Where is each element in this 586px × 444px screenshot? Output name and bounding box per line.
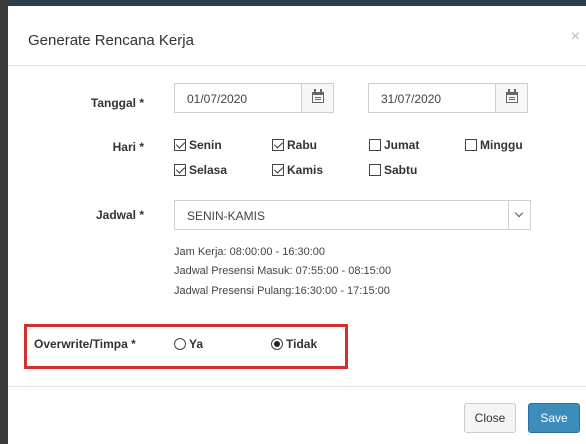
- day-label: Selasa: [189, 163, 228, 177]
- day-checkbox-selasa[interactable]: Selasa: [174, 163, 227, 177]
- overwrite-radio-tidak[interactable]: Tidak: [271, 337, 317, 351]
- day-checkbox-senin[interactable]: Senin: [174, 138, 222, 152]
- checkbox-empty-icon: [369, 139, 381, 151]
- checkbox-checked-icon: [272, 139, 284, 151]
- day-checkbox-sabtu[interactable]: Sabtu: [369, 163, 417, 177]
- day-checkbox-jumat[interactable]: Jumat: [369, 138, 419, 152]
- calendar-icon[interactable]: [495, 84, 527, 112]
- jam-kerja-info: Jam Kerja: 08:00:00 - 16:30:00: [174, 246, 326, 258]
- day-label: Kamis: [287, 163, 324, 177]
- radio-label: Tidak: [286, 337, 318, 351]
- overwrite-radio-ya[interactable]: Ya: [174, 337, 203, 351]
- overwrite-label: Overwrite/Timpa *: [34, 337, 136, 351]
- checkbox-empty-icon: [369, 164, 381, 176]
- tanggal-from-input[interactable]: 01/07/2020: [174, 83, 334, 113]
- tanggal-to-value: 31/07/2020: [381, 92, 442, 106]
- day-checkbox-minggu[interactable]: Minggu: [465, 138, 523, 152]
- tanggal-from-value: 01/07/2020: [187, 92, 248, 106]
- modal-header: Generate Rencana Kerja ×: [8, 6, 586, 66]
- checkbox-checked-icon: [272, 164, 284, 176]
- modal-footer: Close Save: [8, 386, 586, 444]
- presensi-masuk-info: Jadwal Presensi Masuk: 07:55:00 - 08:15:…: [174, 265, 392, 277]
- day-label: Senin: [189, 138, 222, 152]
- checkbox-checked-icon: [174, 139, 186, 151]
- checkbox-empty-icon: [465, 139, 477, 151]
- close-button[interactable]: Close: [464, 403, 516, 433]
- radio-label: Ya: [189, 337, 204, 351]
- hari-label: Hari *: [112, 140, 144, 154]
- chevron-down-icon: [508, 201, 530, 229]
- background-edge: [0, 0, 8, 444]
- radio-unselected-icon: [174, 338, 186, 350]
- jadwal-selected-value: SENIN-KAMIS: [187, 209, 266, 223]
- day-checkbox-kamis[interactable]: Kamis: [272, 163, 323, 177]
- day-label: Jumat: [384, 138, 420, 152]
- day-checkbox-rabu[interactable]: Rabu: [272, 138, 317, 152]
- calendar-icon[interactable]: [301, 84, 333, 112]
- jadwal-label: Jadwal *: [95, 208, 144, 222]
- jadwal-select[interactable]: SENIN-KAMIS: [174, 200, 531, 230]
- presensi-pulang-info: Jadwal Presensi Pulang:16:30:00 - 17:15:…: [174, 285, 390, 297]
- tanggal-label: Tanggal *: [90, 96, 144, 110]
- radio-selected-icon: [271, 338, 283, 350]
- checkbox-checked-icon: [174, 164, 186, 176]
- tanggal-to-input[interactable]: 31/07/2020: [368, 83, 528, 113]
- modal-title: Generate Rencana Kerja: [28, 32, 194, 49]
- generate-rencana-kerja-modal: Generate Rencana Kerja × Tanggal * 01/07…: [8, 6, 586, 444]
- save-button[interactable]: Save: [528, 403, 580, 433]
- day-label: Minggu: [480, 138, 523, 152]
- day-label: Sabtu: [384, 163, 418, 177]
- day-label: Rabu: [287, 138, 317, 152]
- close-icon[interactable]: ×: [571, 28, 580, 46]
